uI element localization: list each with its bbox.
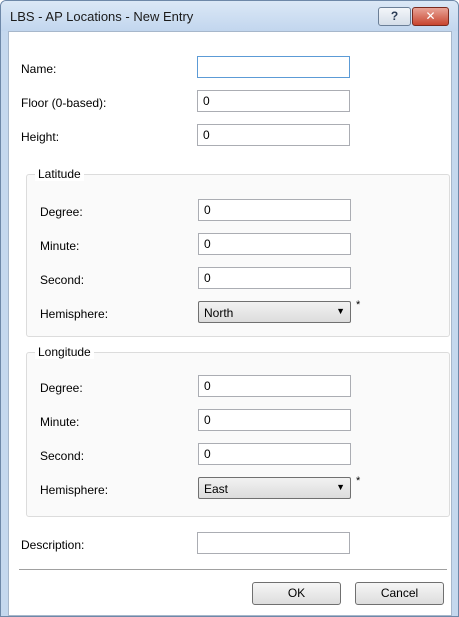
longitude-group: Longitude Degree: Minute: Second: Hemisp… <box>26 345 450 517</box>
longitude-legend: Longitude <box>35 345 94 359</box>
name-label: Name: <box>21 62 57 76</box>
floor-label: Floor (0-based): <box>21 96 107 110</box>
longitude-second-label: Second: <box>40 449 85 463</box>
description-input[interactable] <box>197 532 350 554</box>
latitude-second-input[interactable] <box>198 267 351 289</box>
window-title: LBS - AP Locations - New Entry <box>10 9 194 24</box>
longitude-required-mark: * <box>356 475 361 487</box>
latitude-hemisphere-select[interactable]: North ▼ <box>198 301 351 323</box>
latitude-minute-input[interactable] <box>198 233 351 255</box>
cancel-button[interactable]: Cancel <box>355 582 444 605</box>
name-input[interactable] <box>197 56 350 78</box>
latitude-hemisphere-label: Hemisphere: <box>40 307 109 321</box>
dialog-body: Name: Floor (0-based): Height: Latitude … <box>8 31 452 616</box>
latitude-group: Latitude Degree: Minute: Second: Hemisph… <box>26 167 450 337</box>
close-button[interactable]: ✕ <box>412 7 449 26</box>
latitude-second-label: Second: <box>40 273 85 287</box>
longitude-degree-input[interactable] <box>198 375 351 397</box>
floor-input[interactable] <box>197 90 350 112</box>
latitude-hemisphere-value: North <box>204 306 234 320</box>
longitude-degree-label: Degree: <box>40 381 83 395</box>
longitude-minute-input[interactable] <box>198 409 351 431</box>
latitude-degree-label: Degree: <box>40 205 83 219</box>
title-bar[interactable]: LBS - AP Locations - New Entry ? ✕ <box>1 1 458 31</box>
longitude-hemisphere-value: East <box>204 482 229 496</box>
chevron-down-icon: ▼ <box>336 306 345 316</box>
latitude-legend: Latitude <box>35 167 84 181</box>
longitude-hemisphere-select[interactable]: East ▼ <box>198 477 351 499</box>
footer-divider <box>19 569 447 570</box>
chevron-down-icon: ▼ <box>336 482 345 492</box>
dialog-window: LBS - AP Locations - New Entry ? ✕ Name:… <box>0 0 459 617</box>
longitude-minute-label: Minute: <box>40 415 80 429</box>
longitude-hemisphere-label: Hemisphere: <box>40 483 109 497</box>
latitude-degree-input[interactable] <box>198 199 351 221</box>
height-label: Height: <box>21 130 60 144</box>
ok-button[interactable]: OK <box>252 582 341 605</box>
latitude-required-mark: * <box>356 299 361 311</box>
latitude-minute-label: Minute: <box>40 239 80 253</box>
help-button[interactable]: ? <box>378 7 411 26</box>
longitude-second-input[interactable] <box>198 443 351 465</box>
height-input[interactable] <box>197 124 350 146</box>
description-label: Description: <box>21 538 85 552</box>
